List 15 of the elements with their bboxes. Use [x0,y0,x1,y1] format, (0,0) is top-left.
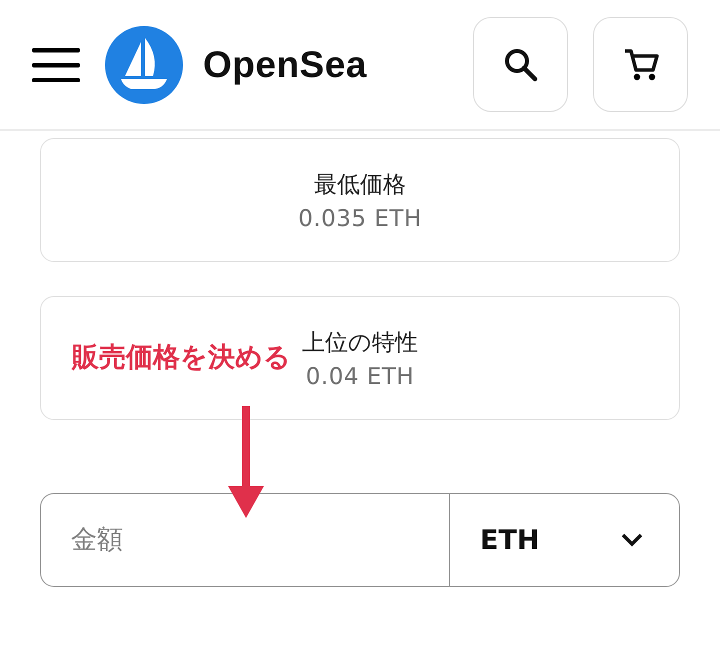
chevron-down-icon [621,533,643,547]
amount-field[interactable]: 金額 [40,493,449,587]
annotation-text: 販売価格を決める [72,341,291,375]
cart-icon [622,48,658,82]
logo-text: OpenSea [203,44,368,86]
stat-label: 最低価格 [314,170,406,200]
logo-icon [105,26,183,104]
menu-icon[interactable] [32,48,80,82]
search-button[interactable] [473,17,568,112]
search-icon [504,48,538,82]
stat-value: 0.04 ETH [306,364,414,390]
stat-label: 上位の特性 [302,328,418,358]
stat-value: 0.035 ETH [298,206,422,232]
cart-button[interactable] [593,17,688,112]
currency-dropdown[interactable]: ETH [449,493,680,587]
